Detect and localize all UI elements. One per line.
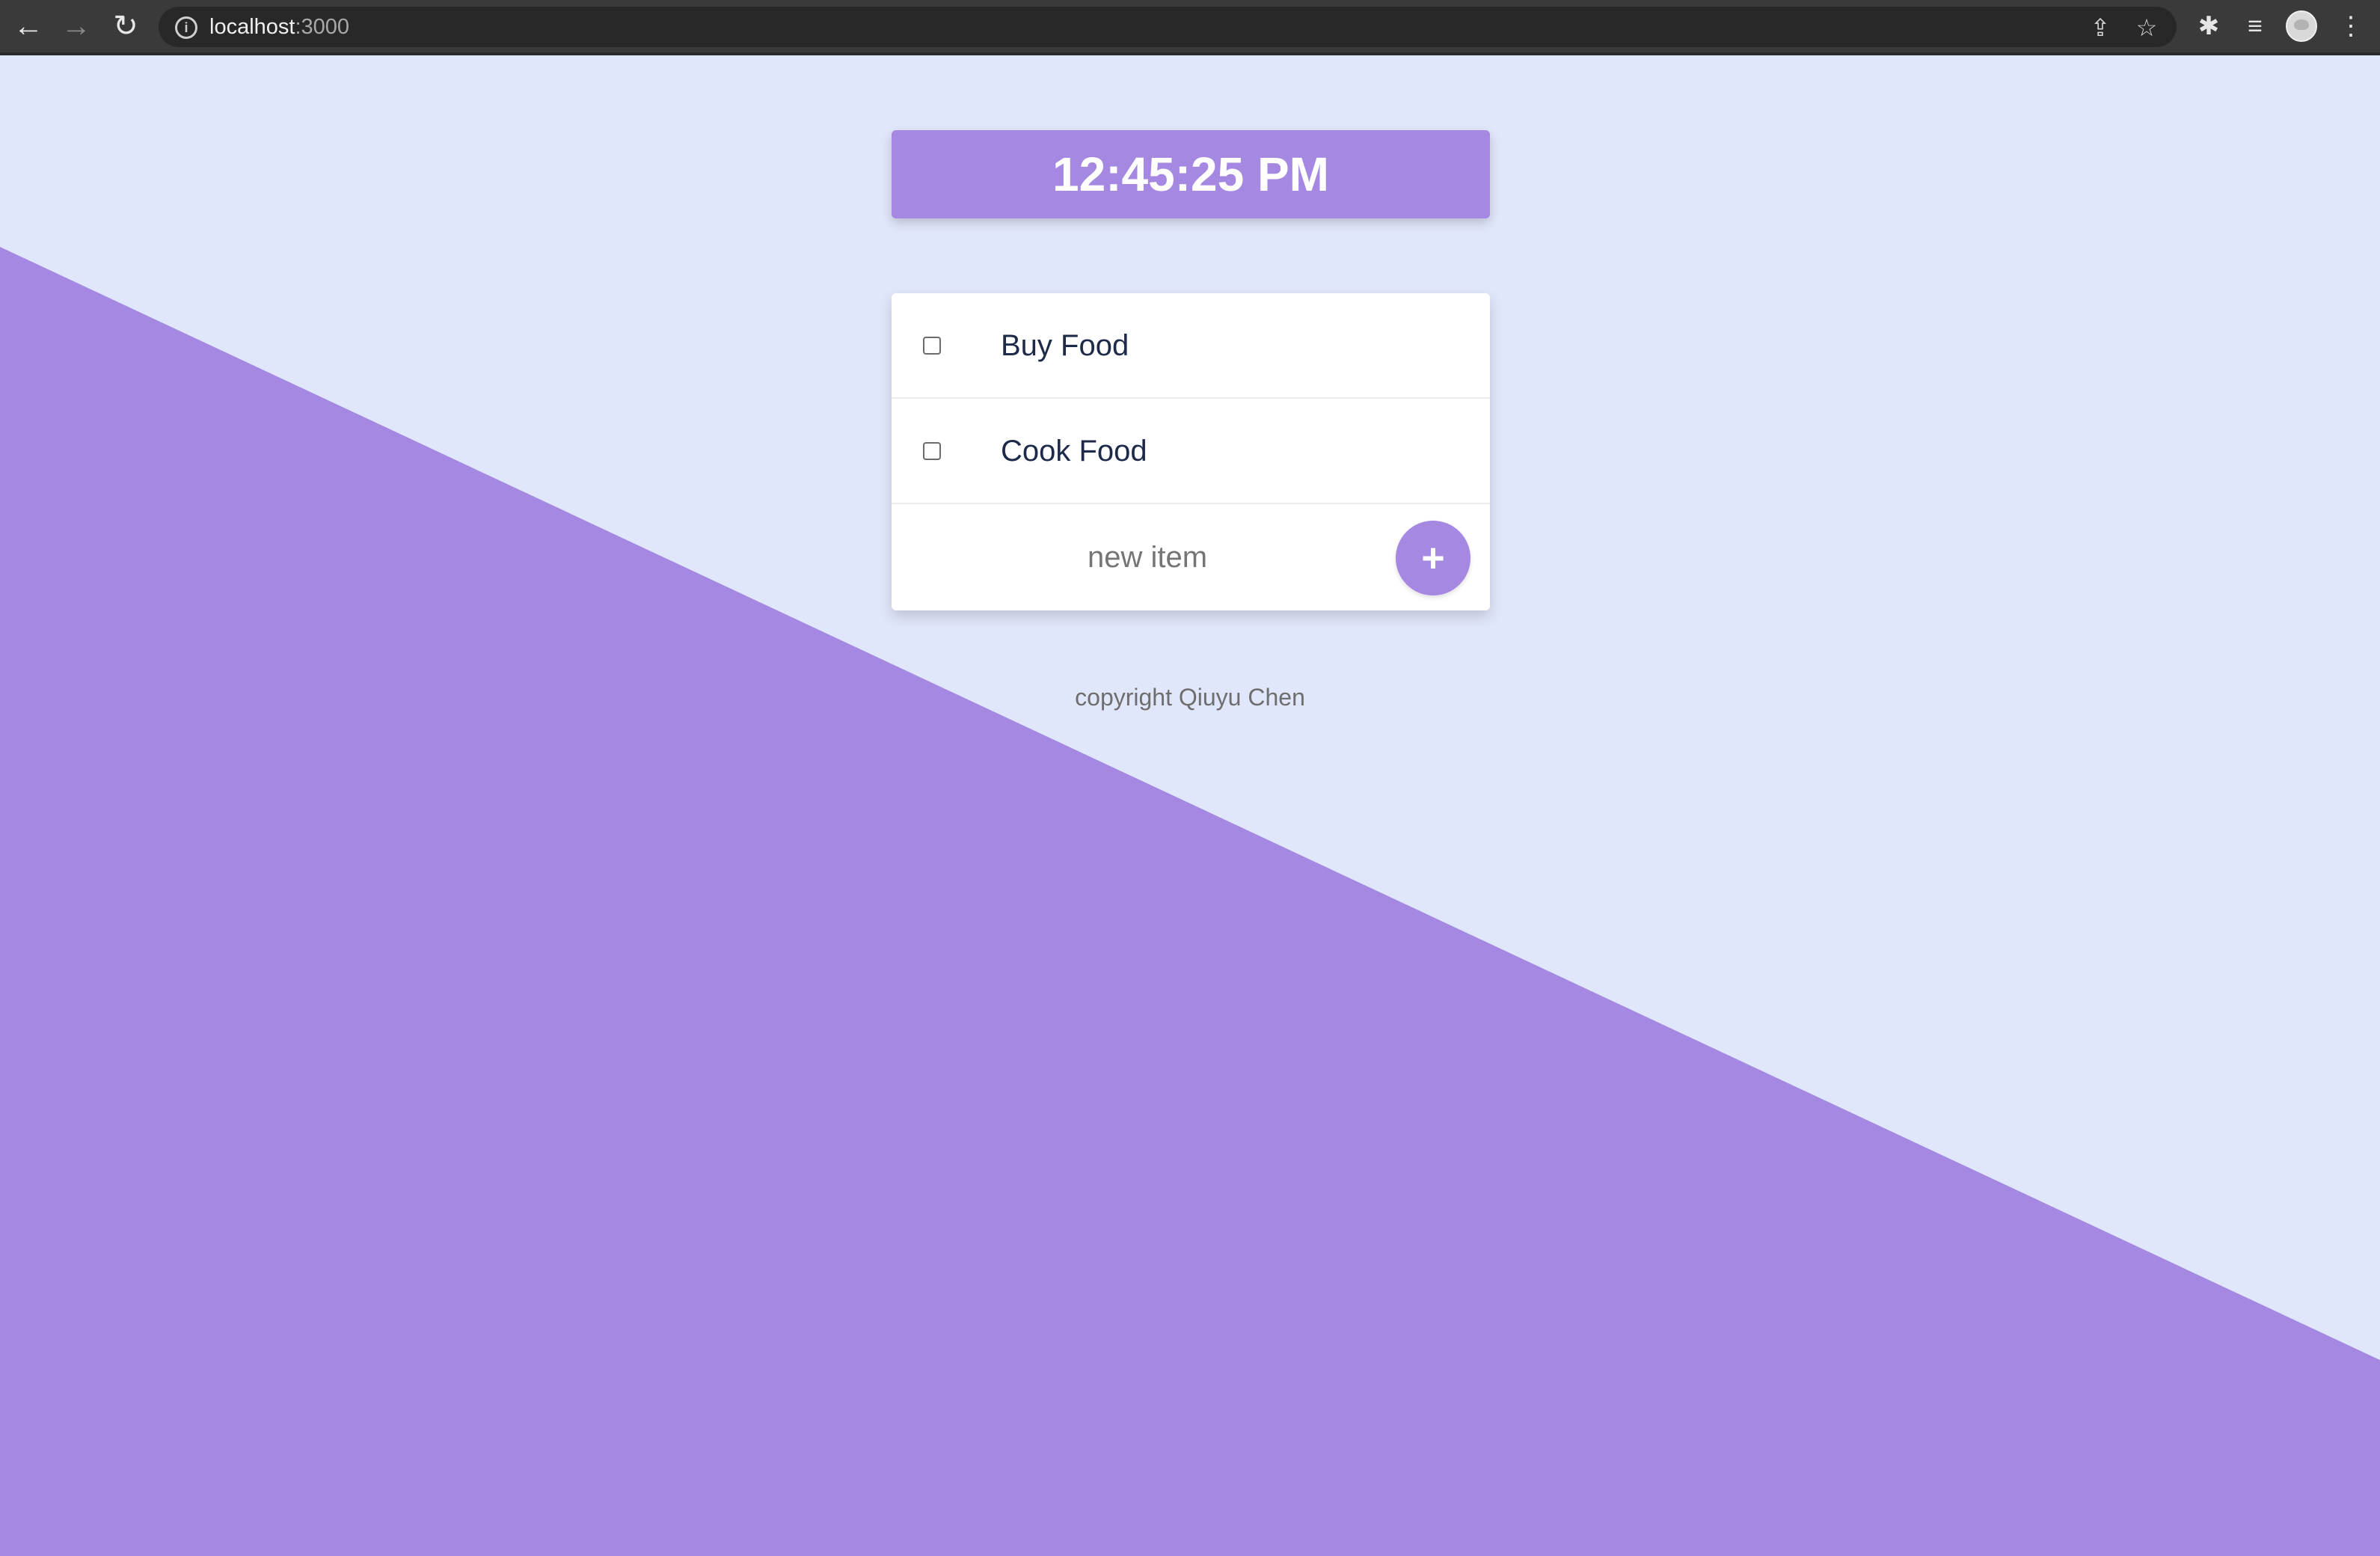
clock-display: 12:45:25 PM bbox=[892, 130, 1490, 218]
site-info-icon[interactable]: i bbox=[175, 16, 197, 39]
add-item-button[interactable]: + bbox=[1396, 521, 1470, 595]
url-text[interactable]: localhost:3000 bbox=[209, 7, 349, 47]
reload-icon[interactable]: ↻ bbox=[106, 7, 145, 46]
list-item: Buy Food bbox=[892, 293, 1490, 399]
menu-icon[interactable]: ⋮ bbox=[2334, 9, 2368, 43]
list-item: Cook Food bbox=[892, 399, 1490, 504]
diagonal-background bbox=[0, 247, 2380, 1556]
url-host: localhost bbox=[209, 15, 295, 39]
item-checkbox[interactable] bbox=[923, 337, 941, 355]
address-bar[interactable]: i localhost:3000 ⇪ ☆ bbox=[159, 7, 2177, 47]
share-icon[interactable]: ⇪ bbox=[2085, 13, 2115, 43]
footer-copyright: copyright Qiuyu Chen bbox=[1075, 684, 1305, 711]
browser-toolbar: ← → ↻ i localhost:3000 ⇪ ☆ ✱ ≡ ⋮ bbox=[0, 0, 2380, 55]
todo-card: Buy Food Cook Food + bbox=[892, 293, 1490, 610]
item-checkbox[interactable] bbox=[923, 442, 941, 460]
new-item-row: + bbox=[892, 504, 1490, 610]
media-control-icon[interactable]: ≡ bbox=[2238, 9, 2272, 43]
item-label: Buy Food bbox=[1001, 329, 1129, 362]
back-icon[interactable]: ← bbox=[9, 7, 48, 46]
forward-icon[interactable]: → bbox=[57, 7, 96, 46]
item-label: Cook Food bbox=[1001, 435, 1147, 468]
page-viewport: 12:45:25 PM Buy Food Cook Food + copyrig… bbox=[0, 55, 2380, 1556]
extensions-icon[interactable]: ✱ bbox=[2192, 9, 2226, 43]
new-item-input[interactable] bbox=[936, 527, 1358, 588]
url-port: :3000 bbox=[295, 15, 350, 39]
profile-avatar[interactable] bbox=[2286, 10, 2317, 42]
bookmark-star-icon[interactable]: ☆ bbox=[2132, 13, 2162, 43]
